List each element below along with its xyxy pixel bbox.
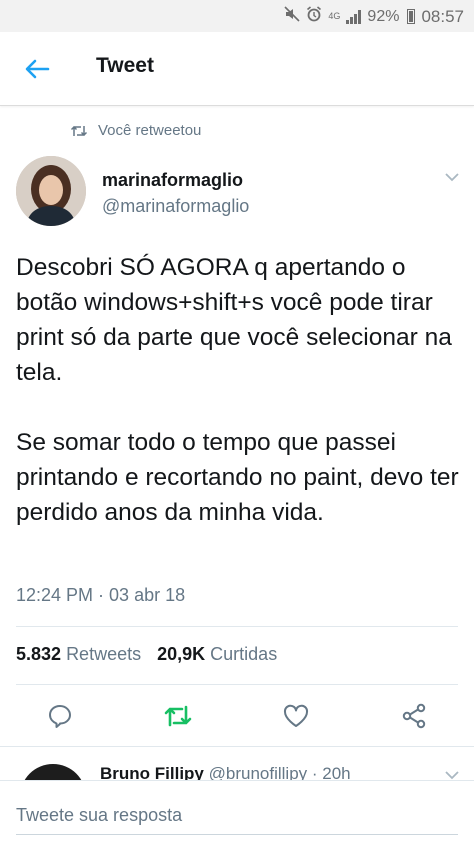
alarm-icon [306,6,322,27]
back-arrow-icon [25,59,50,79]
share-button[interactable] [398,700,430,732]
retweet-small-icon [70,125,88,136]
page-title: Tweet [96,54,154,77]
divider [16,684,458,685]
author-avatar[interactable] [16,156,86,226]
divider [16,626,458,627]
retweets-label: Retweets [66,644,142,664]
reply-icon [49,705,71,728]
retweet-button[interactable] [162,700,194,732]
heart-icon [283,704,309,727]
battery-icon [407,9,416,24]
mute-icon [284,6,300,27]
reply-menu-chevron-icon[interactable] [444,768,460,780]
retweet-context: Você retweetou [70,122,201,139]
tweet-stats: 5.832 Retweets 20,9K Curtidas [16,644,277,665]
status-icons: 4G 92% 08:57 [284,6,464,27]
tweet-menu-chevron-icon[interactable] [444,170,460,182]
author-name[interactable]: marinaformaglio [102,170,243,191]
status-bar: 4G 92% 08:57 [0,0,474,32]
like-button[interactable] [280,700,312,732]
divider [0,746,474,747]
retweet-icon [164,705,192,727]
signal-icon [346,9,362,24]
likes-stat[interactable]: 20,9K Curtidas [157,644,277,665]
tweet-text: Descobri SÓ AGORA q apertando o botão wi… [16,254,459,526]
retweets-count: 5.832 [16,644,62,664]
network-type: 4G [328,11,341,21]
clock: 08:57 [421,6,464,26]
tweet-actions [0,700,474,732]
back-button[interactable] [20,52,54,86]
likes-label: Curtidas [210,644,278,664]
share-icon [402,703,426,729]
reply-compose-bar[interactable]: Tweete sua resposta [0,780,474,843]
input-underline [16,834,458,835]
battery-percent: 92% [367,7,400,25]
reply-input-placeholder[interactable]: Tweete sua resposta [16,805,182,826]
retweet-context-label: Você retweetou [98,122,202,139]
tweet-timestamp: 12:24 PM · 03 abr 18 [16,585,186,605]
likes-count: 20,9K [157,644,206,664]
app-bar: Tweet [0,32,474,106]
reply-button[interactable] [44,700,76,732]
retweets-stat[interactable]: 5.832 Retweets [16,644,141,665]
author-handle[interactable]: @marinaformaglio [102,196,249,217]
